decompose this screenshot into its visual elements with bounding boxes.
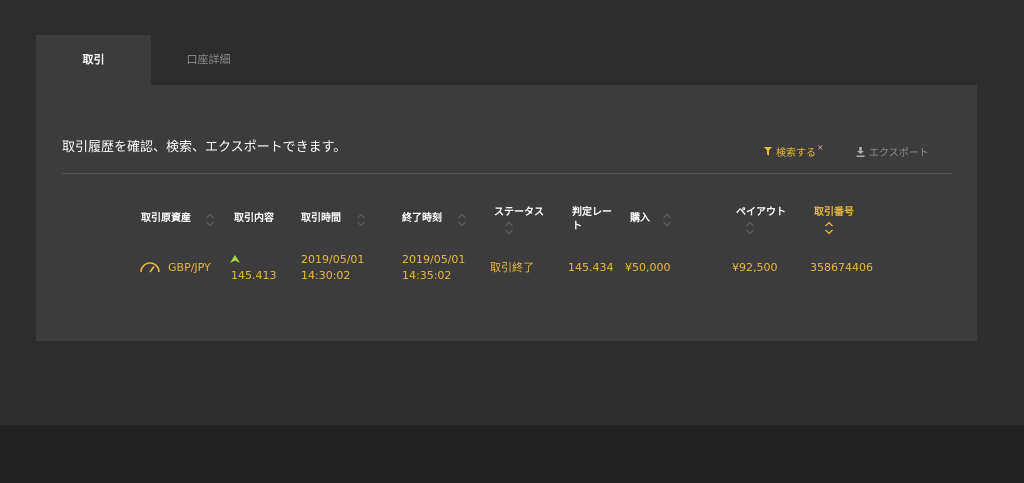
end-time: 2019/05/01 14:35:02 [402, 253, 466, 282]
tab-trade[interactable]: 取引 [36, 35, 151, 85]
download-icon [856, 146, 865, 157]
page-description: 取引履歴を確認、検索、エクスポートできます。 [62, 140, 347, 155]
status-badge: 取引終了 [490, 261, 534, 274]
header-payout[interactable]: ペイアウト [736, 206, 786, 220]
start-time: 2019/05/01 14:30:02 [301, 253, 365, 282]
export-button[interactable]: エクスポート [856, 144, 929, 159]
speedometer-icon [140, 262, 160, 273]
sort-icon[interactable] [745, 221, 755, 235]
header-status[interactable]: ステータス [494, 206, 544, 220]
sort-icon[interactable] [356, 213, 366, 227]
sort-icon[interactable] [824, 221, 834, 235]
header-end-time[interactable]: 終了時刻 [402, 212, 442, 226]
footer-bar [0, 425, 1024, 483]
trade-number: 358674406 [810, 261, 873, 274]
sort-icon[interactable] [662, 213, 672, 227]
tab-bar: 取引 口座詳細 [36, 35, 266, 85]
header-judgment-rate[interactable]: 判定レー ト [572, 206, 612, 234]
header-trade-time[interactable]: 取引時間 [301, 212, 341, 226]
trade-panel: 取引履歴を確認、検索、エクスポートできます。 検索する × エクスポート 取引原… [36, 85, 977, 341]
sort-icon[interactable] [457, 213, 467, 227]
filter-icon [764, 147, 772, 156]
purchase-amount: ¥50,000 [625, 261, 671, 274]
header-purchase[interactable]: 購入 [630, 212, 650, 226]
sort-icon[interactable] [504, 221, 514, 235]
divider [62, 173, 952, 174]
search-label: 検索する [776, 148, 816, 159]
up-arrow-icon [230, 255, 240, 263]
close-icon[interactable]: × [817, 143, 824, 152]
search-button[interactable]: 検索する × [764, 143, 824, 159]
judgment-rate: 145.434 [568, 261, 614, 274]
asset-name: GBP/JPY [168, 261, 211, 274]
header-asset[interactable]: 取引原資産 [141, 212, 191, 226]
sort-icon[interactable] [205, 213, 215, 227]
payout-amount: ¥92,500 [732, 261, 778, 274]
export-label: エクスポート [869, 148, 929, 159]
header-trade-content[interactable]: 取引内容 [234, 212, 274, 226]
tab-account-details[interactable]: 口座詳細 [151, 35, 266, 85]
header-trade-number[interactable]: 取引番号 [814, 206, 854, 220]
trade-rate: 145.413 [231, 269, 277, 282]
